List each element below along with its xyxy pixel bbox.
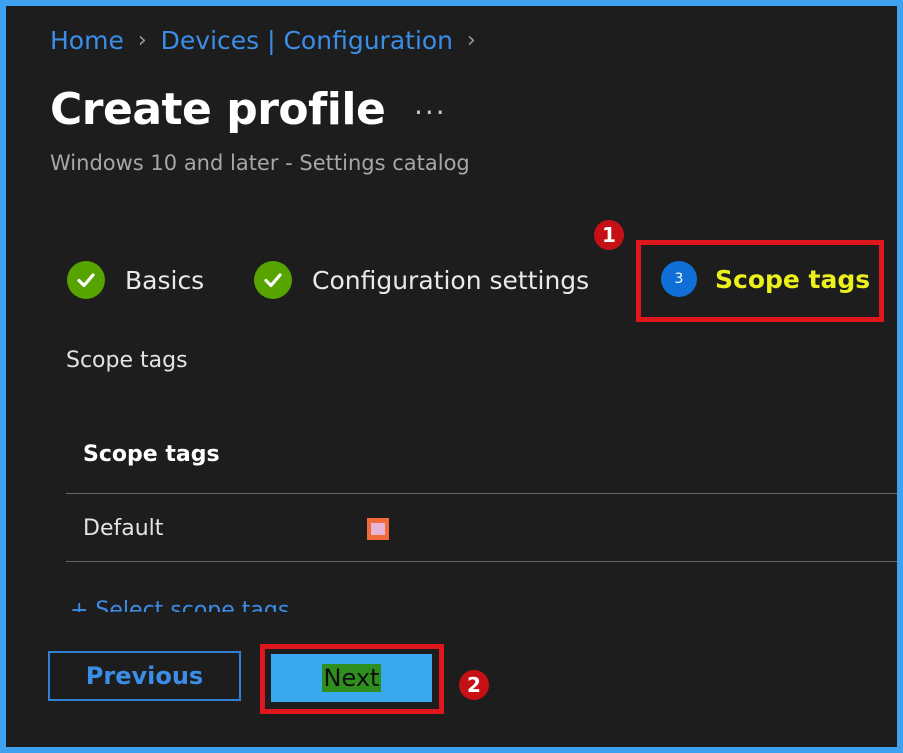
breadcrumb-home-link[interactable]: Home [50,26,124,55]
chevron-right-icon: › [467,28,476,53]
breadcrumb: Home › Devices | Configuration › [50,26,490,55]
table-column-header: Scope tags [83,442,220,467]
checkmark-icon [254,261,292,299]
page-subtitle: Windows 10 and later - Settings catalog [50,151,470,175]
checkmark-icon [67,261,105,299]
next-button[interactable]: Next [271,654,432,702]
wizard-step-basics[interactable]: Basics [67,261,204,299]
section-label: Scope tags [66,348,188,373]
step-number-badge: 3 [661,261,697,297]
select-scope-tags-link[interactable]: + Select scope tags [70,596,289,612]
annotation-marker-1: 1 [594,220,624,250]
annotation-marker-2: 2 [459,670,489,700]
portal-panel: Home › Devices | Configuration › Create … [6,6,897,747]
table-row-name: Default [83,516,164,541]
more-options-button[interactable]: ··· [414,96,447,129]
wizard-step-label: Scope tags [715,264,871,294]
next-button-label: Next [321,664,382,692]
wizard-step-label: Basics [125,265,205,295]
chevron-right-icon: › [137,28,147,53]
table-divider [66,561,897,562]
wizard-step-configuration-settings[interactable]: Configuration settings [254,261,589,299]
wizard-step-scope-tags[interactable]: 3 Scope tags [661,261,870,297]
logo-icon [367,518,389,540]
breadcrumb-devices-configuration-link[interactable]: Devices | Configuration [161,26,453,55]
table-divider [66,493,897,494]
wizard-step-label: Configuration settings [312,265,590,295]
page-title: Create profile [50,84,386,135]
previous-button[interactable]: Previous [48,651,241,701]
